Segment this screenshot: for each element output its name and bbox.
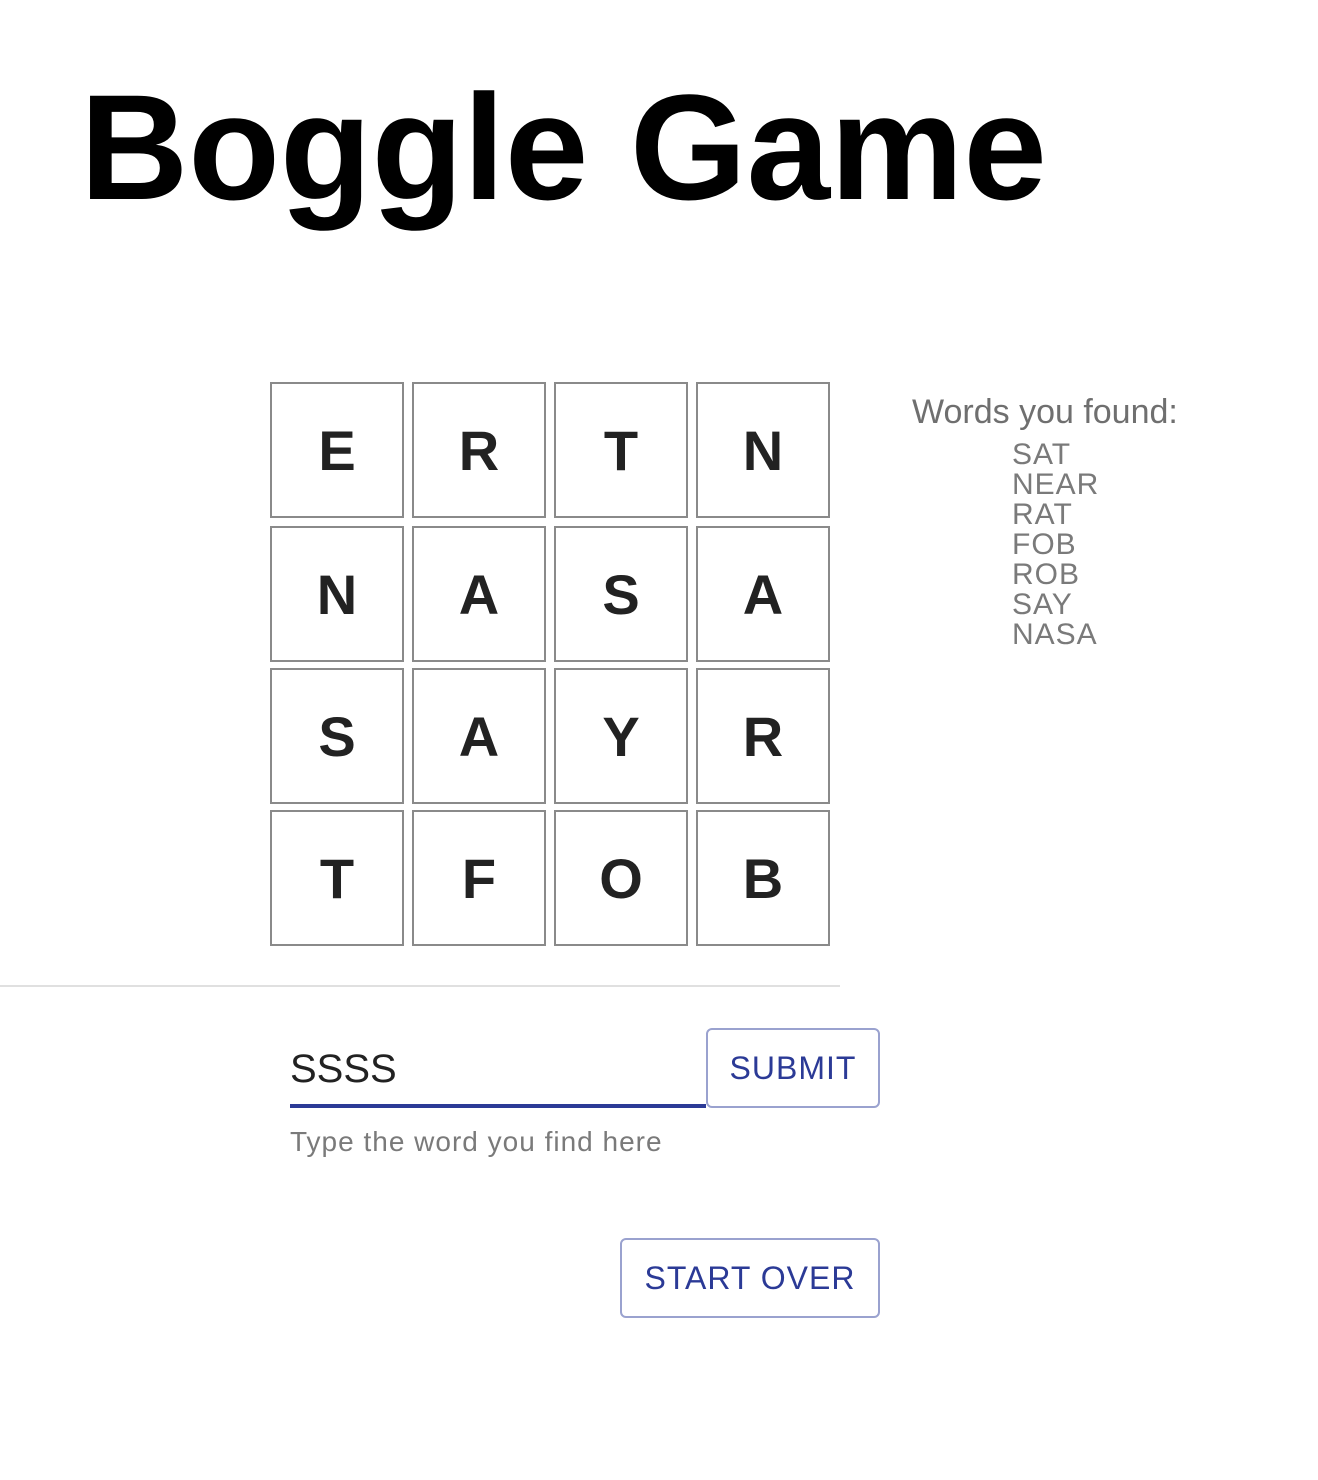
board-cell: A xyxy=(696,526,830,662)
found-words-panel: Words you found: SAT NEAR RAT FOB ROB SAY NASA xyxy=(912,392,1292,650)
board-cell: S xyxy=(270,668,404,804)
board-cell: R xyxy=(696,668,830,804)
found-word: SAY xyxy=(1012,588,1073,621)
word-input-wrapper xyxy=(290,1040,706,1108)
board-cell: S xyxy=(554,526,688,662)
board-cell: N xyxy=(270,526,404,662)
boggle-page: Boggle Game ERTNNASASAYRTFOB Words you f… xyxy=(0,0,1318,1480)
found-word: NASA xyxy=(1012,618,1098,651)
board-cell: B xyxy=(696,810,830,946)
board-cell: O xyxy=(554,810,688,946)
board-cell: T xyxy=(554,382,688,518)
word-input-helper-text: Type the word you find here xyxy=(290,1126,663,1157)
found-words-list: SAT NEAR RAT FOB ROB SAY NASA xyxy=(1012,440,1292,650)
word-input[interactable] xyxy=(290,1040,706,1108)
submit-button[interactable]: SUBMIT xyxy=(706,1028,880,1108)
found-word: FOB xyxy=(1012,528,1077,561)
board-cell: A xyxy=(412,668,546,804)
board-cell: F xyxy=(412,810,546,946)
board-cell: Y xyxy=(554,668,688,804)
board-cell: R xyxy=(412,382,546,518)
boggle-board: ERTNNASASAYRTFOB xyxy=(270,382,832,946)
found-words-title: Words you found: xyxy=(912,393,1178,431)
found-word: NEAR xyxy=(1012,468,1100,501)
board-cell: A xyxy=(412,526,546,662)
board-cell: N xyxy=(696,382,830,518)
page-title: Boggle Game xyxy=(80,63,1047,231)
found-word: ROB xyxy=(1012,558,1081,591)
divider xyxy=(0,985,840,987)
start-over-button[interactable]: START OVER xyxy=(620,1238,880,1318)
board-cell: E xyxy=(270,382,404,518)
board-cell: T xyxy=(270,810,404,946)
found-word: RAT xyxy=(1012,498,1073,531)
found-word: SAT xyxy=(1012,438,1072,471)
